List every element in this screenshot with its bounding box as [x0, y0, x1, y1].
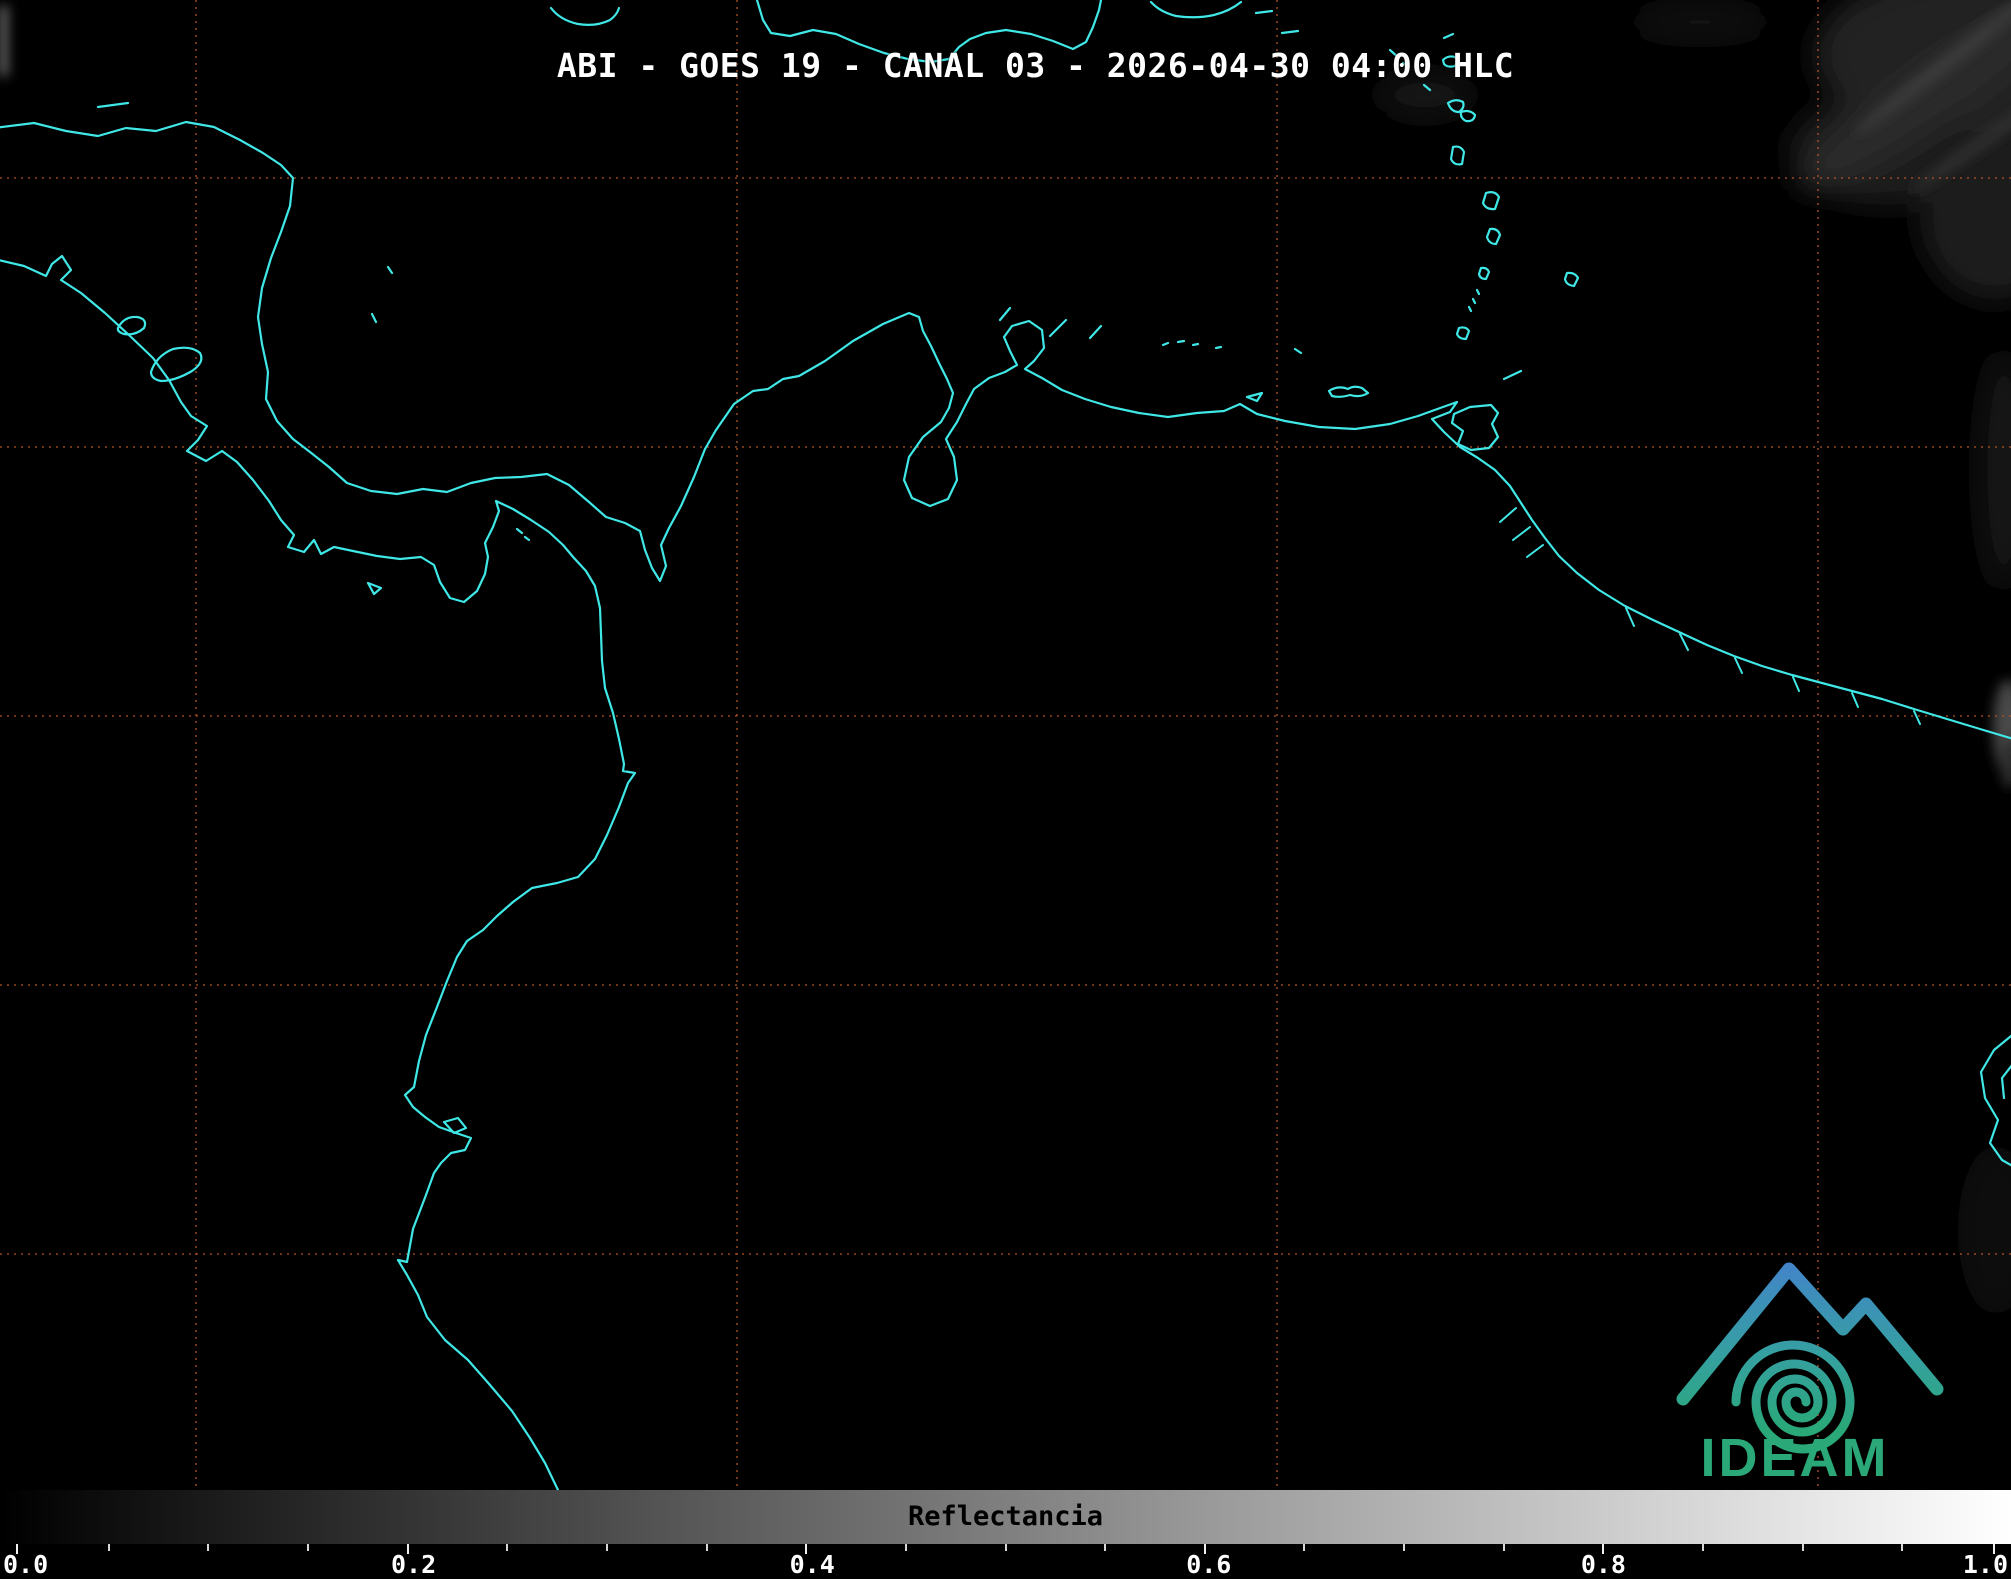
colorbar-axis: 0.0 0.2 0.4 0.6 0.8 1.0: [0, 1544, 2011, 1579]
edge-artifact: [0, 6, 7, 76]
coastline-pacific: [0, 254, 637, 1490]
colorbar: Reflectancia: [0, 1490, 2011, 1544]
cloud: [1978, 350, 2011, 590]
axis-tick: [1801, 1544, 1804, 1551]
axis-tick: [1702, 1544, 1705, 1551]
coastlines: [0, 0, 2011, 1490]
axis-tick: [207, 1544, 210, 1551]
axis-tick-label: 0.8: [1580, 1550, 1626, 1579]
axis-tick: [1403, 1544, 1406, 1551]
logo-text: IDEAM: [1701, 1428, 1890, 1488]
island-trinidad: [1450, 403, 1500, 452]
axis-tick: [1104, 1544, 1107, 1551]
axis-tick: [1901, 1544, 1904, 1551]
axis-tick: [107, 1544, 110, 1551]
colorbar-label: Reflectancia: [907, 1500, 1104, 1532]
satellite-image: IDEAM ABI - GOES 19 - CANAL 03 - 2026-04…: [0, 0, 2011, 1490]
cloud: [1958, 1145, 2011, 1315]
axis-tick-label: 0.6: [1186, 1550, 1232, 1579]
axis-tick: [1502, 1544, 1505, 1551]
map-canvas: IDEAM: [0, 0, 2011, 1490]
colorbar-axis-scale: 0.0 0.2 0.4 0.6 0.8 1.0: [3, 1544, 2008, 1579]
axis-tick: [605, 1544, 608, 1551]
axis-tick-label: 1.0: [1962, 1550, 2008, 1579]
axis-tick: [1004, 1544, 1007, 1551]
island-puerto-rico: [1149, 0, 1243, 19]
ideam-logo: IDEAM: [1676, 1262, 1944, 1488]
axis-tick: [904, 1544, 907, 1551]
axis-tick: [705, 1544, 708, 1551]
islands-pacific: [366, 527, 531, 1135]
lake-managua: [116, 315, 147, 336]
coastline-caribbean-atlantic: [0, 120, 2011, 740]
island-jamaica: [549, 6, 621, 26]
cloud: [1630, 6, 1770, 38]
axis-tick-label: 0.4: [789, 1550, 835, 1579]
axis-tick: [506, 1544, 509, 1551]
satellite-viewer: IDEAM ABI - GOES 19 - CANAL 03 - 2026-04…: [0, 0, 2011, 1579]
islands-western-caribbean: [96, 101, 394, 324]
axis-tick: [1303, 1544, 1306, 1551]
axis-tick: [306, 1544, 309, 1551]
image-title: ABI - GOES 19 - CANAL 03 - 2026-04-30 04…: [556, 46, 1515, 85]
cloud-layer: [0, 0, 2011, 1315]
axis-tick-label: 0.0: [3, 1550, 49, 1579]
grid-lines: [0, 0, 2011, 1490]
axis-tick-label: 0.2: [391, 1550, 437, 1579]
